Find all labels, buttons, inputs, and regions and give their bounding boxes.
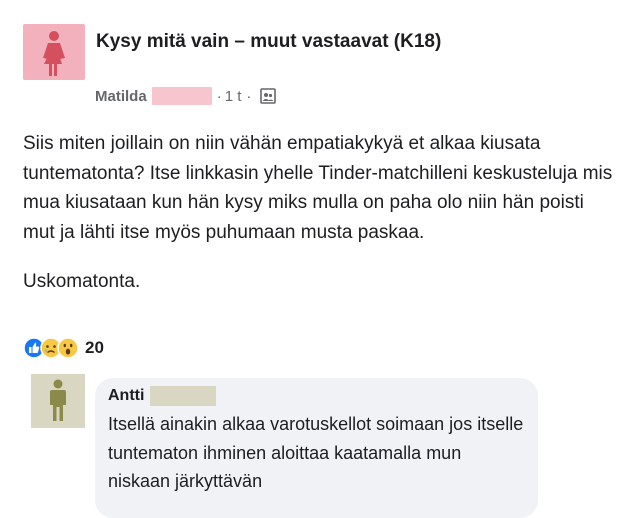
meta-separator: · <box>216 87 222 105</box>
redacted-surname <box>151 87 212 105</box>
post-paragraph: Uskomatonta. <box>23 271 141 292</box>
reaction-icons <box>23 337 79 359</box>
post-paragraph: Siis miten joillain on niin vähän empati… <box>23 133 613 243</box>
group-title[interactable]: Kysy mitä vain – muut vastaavat (K18) <box>96 27 476 57</box>
female-figure-icon <box>43 31 65 76</box>
redacted-surname <box>150 386 217 406</box>
post-time[interactable]: 1 t <box>225 88 242 105</box>
author-name[interactable]: Matilda <box>95 88 147 105</box>
meta-separator-2: · <box>246 87 252 105</box>
comment-text: Itsellä ainakin alkaa varotuskellot soim… <box>108 414 524 491</box>
group-avatar[interactable] <box>23 24 85 80</box>
comment-author[interactable]: Antti <box>108 385 217 407</box>
post-meta: Matilda · 1 t · <box>95 86 277 106</box>
reaction-summary[interactable]: 20 <box>23 334 104 362</box>
comment-author-name[interactable]: Antti <box>108 387 144 405</box>
post-body: Siis miten joillain on niin vähän empati… <box>23 129 613 297</box>
wow-icon <box>57 337 79 359</box>
male-figure-icon <box>50 379 66 421</box>
comment-avatar[interactable] <box>31 374 85 428</box>
reaction-count: 20 <box>85 338 104 357</box>
group-audience-icon[interactable] <box>260 88 277 104</box>
